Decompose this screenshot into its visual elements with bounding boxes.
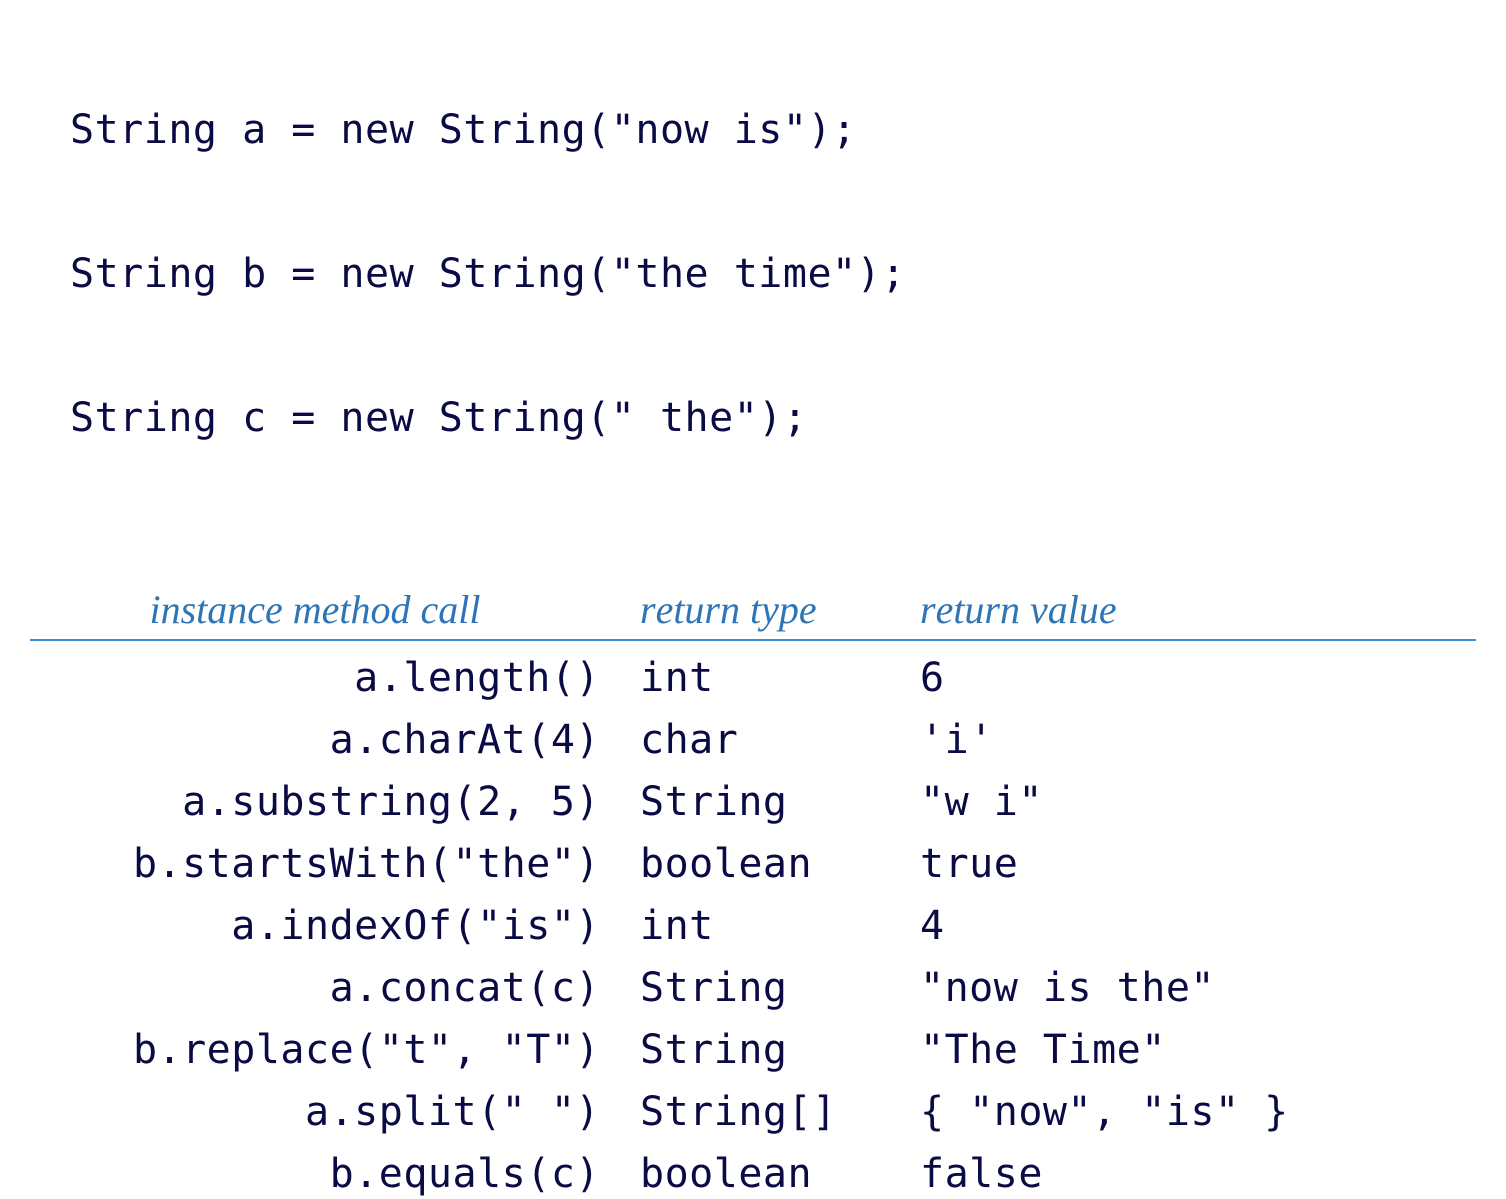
table-body: a.length()int6a.charAt(4)char'i'a.substr…: [30, 641, 1476, 1199]
cell-return-value: { "now", "is" }: [920, 1089, 1476, 1135]
cell-return-type: String: [630, 1027, 920, 1073]
cell-method-call: a.split(" "): [30, 1089, 630, 1135]
cell-method-call: a.indexOf("is"): [30, 903, 630, 949]
cell-return-type: boolean: [630, 841, 920, 887]
code-line: String b = new String("the time");: [70, 250, 1476, 298]
table-row: a.charAt(4)char'i': [30, 703, 1476, 765]
table-row: b.startsWith("the")booleantrue: [30, 827, 1476, 889]
methods-table: instance method call return type return …: [30, 586, 1476, 1199]
table-row: a.length()int6: [30, 641, 1476, 703]
cell-return-type: String: [630, 965, 920, 1011]
table-row: a.concat(c)String"now is the": [30, 951, 1476, 1013]
cell-method-call: b.replace("t", "T"): [30, 1027, 630, 1073]
cell-return-type: boolean: [630, 1151, 920, 1197]
cell-method-call: b.equals(c): [30, 1151, 630, 1197]
cell-return-value: false: [920, 1151, 1476, 1197]
cell-return-type: int: [630, 903, 920, 949]
table-header-row: instance method call return type return …: [30, 586, 1476, 641]
document-page: String a = new String("now is"); String …: [0, 0, 1506, 1199]
cell-return-type: String[]: [630, 1089, 920, 1135]
code-line: String c = new String(" the");: [70, 394, 1476, 442]
header-return-type: return type: [630, 586, 920, 633]
cell-method-call: b.startsWith("the"): [30, 841, 630, 887]
cell-return-value: 6: [920, 655, 1476, 701]
cell-method-call: a.charAt(4): [30, 717, 630, 763]
header-method-call: instance method call: [30, 586, 630, 633]
header-return-value: return value: [920, 586, 1476, 633]
table-row: a.substring(2, 5)String"w i": [30, 765, 1476, 827]
cell-method-call: a.length(): [30, 655, 630, 701]
code-declarations: String a = new String("now is"); String …: [30, 10, 1476, 538]
cell-return-value: "now is the": [920, 965, 1476, 1011]
table-row: a.indexOf("is")int4: [30, 889, 1476, 951]
table-row: b.equals(c)booleanfalse: [30, 1137, 1476, 1199]
cell-return-value: "w i": [920, 779, 1476, 825]
cell-return-value: 'i': [920, 717, 1476, 763]
cell-return-type: int: [630, 655, 920, 701]
cell-return-type: char: [630, 717, 920, 763]
code-line: String a = new String("now is");: [70, 106, 1476, 154]
cell-return-value: true: [920, 841, 1476, 887]
table-row: a.split(" ")String[]{ "now", "is" }: [30, 1075, 1476, 1137]
cell-method-call: a.substring(2, 5): [30, 779, 630, 825]
cell-return-value: "The Time": [920, 1027, 1476, 1073]
cell-return-type: String: [630, 779, 920, 825]
table-row: b.replace("t", "T")String"The Time": [30, 1013, 1476, 1075]
cell-method-call: a.concat(c): [30, 965, 630, 1011]
cell-return-value: 4: [920, 903, 1476, 949]
